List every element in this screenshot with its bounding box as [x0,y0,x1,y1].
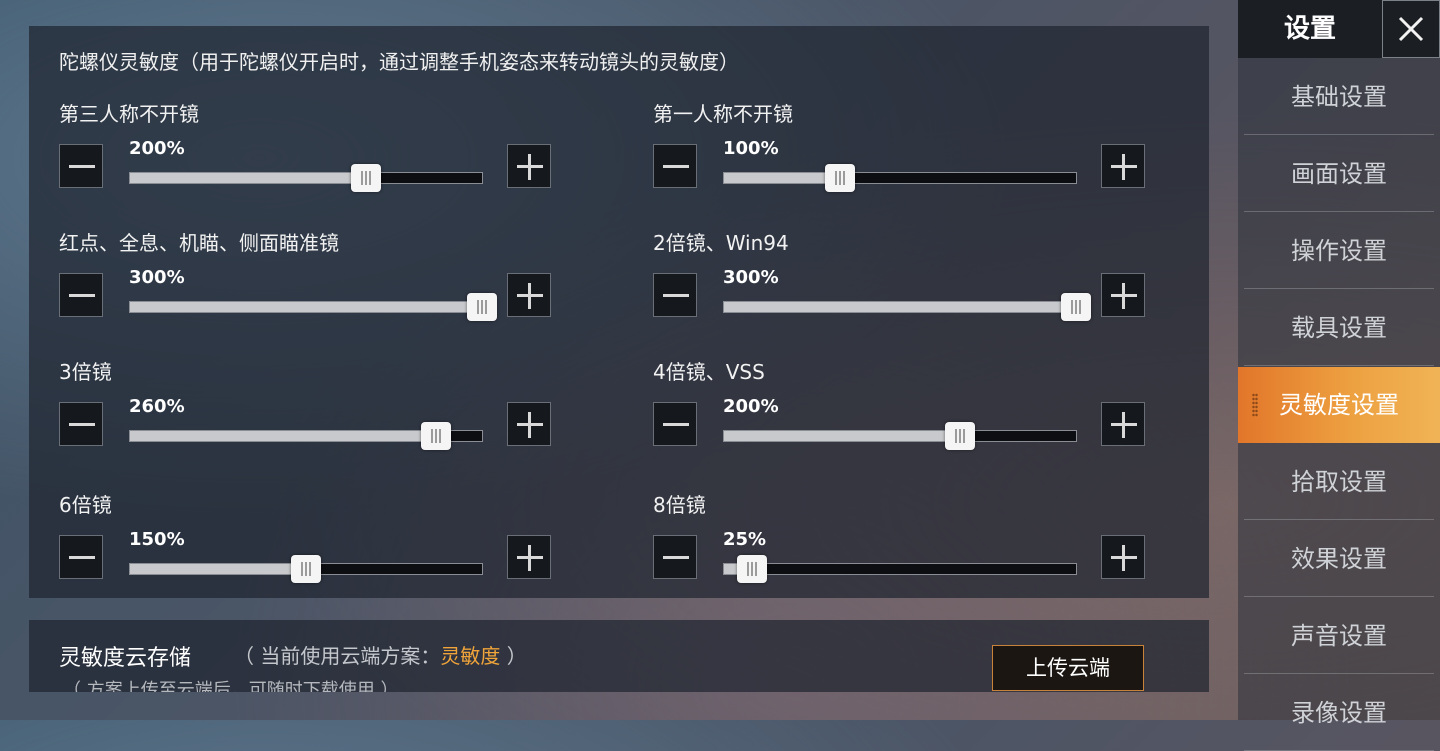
increase-button[interactable] [1101,402,1145,446]
close-icon [1398,16,1424,42]
slider-fill [130,302,482,312]
sidebar-item-pickup[interactable]: 拾取设置 [1244,444,1434,520]
increase-button[interactable] [507,402,551,446]
grip-icon [1252,393,1258,417]
slider-fill [130,173,366,183]
slider-thumb[interactable] [825,164,856,192]
sensitivity-slider[interactable] [723,293,1091,321]
setting-label: 6倍镜 [59,493,112,517]
settings-sidebar: 设置 基础设置 画面设置 操作设置 载具设置 灵敏度设置 拾取设置 效果设置 声… [1238,0,1440,751]
slider-fill [130,564,306,574]
cloud-description: （ 方案上传至云端后，可随时下载使用 ） [63,680,399,692]
slider-thumb[interactable] [467,293,497,321]
setting-label: 红点、全息、机瞄、侧面瞄准镜 [59,231,339,255]
close-button[interactable] [1382,0,1440,58]
setting-value: 200% [129,138,185,159]
setting-first-person-no-scope: 第一人称不开镜 100% [653,98,1147,228]
decrease-button[interactable] [59,144,103,188]
setting-value: 200% [723,396,779,417]
sidebar-title: 设置 [1283,14,1336,44]
minus-icon [663,423,689,426]
setting-value: 25% [723,529,767,550]
setting-value: 300% [723,267,779,288]
increase-button[interactable] [1101,535,1145,579]
sensitivity-slider[interactable] [129,164,483,192]
decrease-button[interactable] [653,273,697,317]
decrease-button[interactable] [653,535,697,579]
sensitivity-slider[interactable] [723,422,1077,450]
sidebar-item-controls[interactable]: 操作设置 [1244,213,1434,289]
decrease-button[interactable] [59,273,103,317]
sensitivity-slider[interactable] [129,293,497,321]
sidebar-item-audio[interactable]: 声音设置 [1244,598,1434,674]
slider-thumb[interactable] [421,422,452,450]
increase-button[interactable] [1101,273,1145,317]
setting-label: 8倍镜 [653,493,706,517]
setting-8x-scope: 8倍镜 25% [653,489,1147,619]
sidebar-item-sensitivity[interactable]: 灵敏度设置 [1238,367,1440,443]
upload-cloud-button[interactable]: 上传云端 [992,645,1144,691]
cloud-plan-prefix: （ 当前使用云端方案： [234,644,441,668]
sensitivity-slider[interactable] [129,555,483,583]
minus-icon [663,294,689,297]
decrease-button[interactable] [59,402,103,446]
slider-fill [724,431,960,441]
minus-icon [69,165,95,168]
setting-6x-scope: 6倍镜 150% [59,489,553,619]
setting-2x-scope: 2倍镜、Win94 300% [653,227,1147,357]
minus-icon [69,423,95,426]
setting-3x-scope: 3倍镜 260% [59,356,553,486]
slider-fill [724,173,841,183]
panel-title: 陀螺仪灵敏度（用于陀螺仪开启时，通过调整手机姿态来转动镜头的灵敏度） [59,50,739,74]
sidebar-item-effects[interactable]: 效果设置 [1244,521,1434,597]
slider-thumb[interactable] [1061,293,1091,321]
sidebar-header: 设置 [1238,0,1382,58]
slider-thumb[interactable] [944,422,975,450]
cloud-plan-name: 灵敏度 [440,644,501,668]
sidebar-item-graphics[interactable]: 画面设置 [1244,136,1434,212]
sidebar-item-label: 灵敏度设置 [1279,391,1399,419]
minus-icon [69,294,95,297]
sensitivity-slider[interactable] [723,555,1077,583]
setting-label: 第三人称不开镜 [59,102,199,126]
sidebar-item-replay[interactable]: 录像设置 [1244,675,1434,751]
setting-label: 第一人称不开镜 [653,102,793,126]
setting-label: 4倍镜、VSS [653,360,765,384]
minus-icon [663,556,689,559]
setting-value: 100% [723,138,779,159]
setting-label: 3倍镜 [59,360,112,384]
setting-value: 260% [129,396,185,417]
cloud-current-plan: （ 当前使用云端方案：灵敏度 ） [234,640,527,669]
slider-thumb[interactable] [737,555,768,583]
sensitivity-slider[interactable] [129,422,483,450]
increase-button[interactable] [507,144,551,188]
sidebar-item-basic[interactable]: 基础设置 [1244,59,1434,135]
increase-button[interactable] [507,273,551,317]
cloud-storage-title: 灵敏度云存储 [59,646,192,671]
setting-4x-scope: 4倍镜、VSS 200% [653,356,1147,486]
minus-icon [69,556,95,559]
setting-value: 150% [129,529,185,550]
slider-thumb[interactable] [350,164,381,192]
sensitivity-slider[interactable] [723,164,1077,192]
gyro-sensitivity-panel: 陀螺仪灵敏度（用于陀螺仪开启时，通过调整手机姿态来转动镜头的灵敏度） 第三人称不… [29,26,1209,598]
setting-value: 300% [129,267,185,288]
decrease-button[interactable] [59,535,103,579]
minus-icon [663,165,689,168]
decrease-button[interactable] [653,144,697,188]
setting-third-person-no-scope: 第三人称不开镜 200% [59,98,553,228]
cloud-storage-panel: 灵敏度云存储 （ 当前使用云端方案：灵敏度 ） （ 方案上传至云端后，可随时下载… [29,620,1209,692]
cloud-plan-suffix: ） [500,644,527,668]
increase-button[interactable] [1101,144,1145,188]
sidebar-item-vehicle[interactable]: 载具设置 [1244,290,1434,366]
slider-fill [130,431,437,441]
decrease-button[interactable] [653,402,697,446]
slider-fill [724,302,1076,312]
slider-thumb[interactable] [291,555,321,583]
increase-button[interactable] [507,535,551,579]
setting-red-dot-holo: 红点、全息、机瞄、侧面瞄准镜 300% [59,227,553,357]
setting-label: 2倍镜、Win94 [653,231,789,255]
